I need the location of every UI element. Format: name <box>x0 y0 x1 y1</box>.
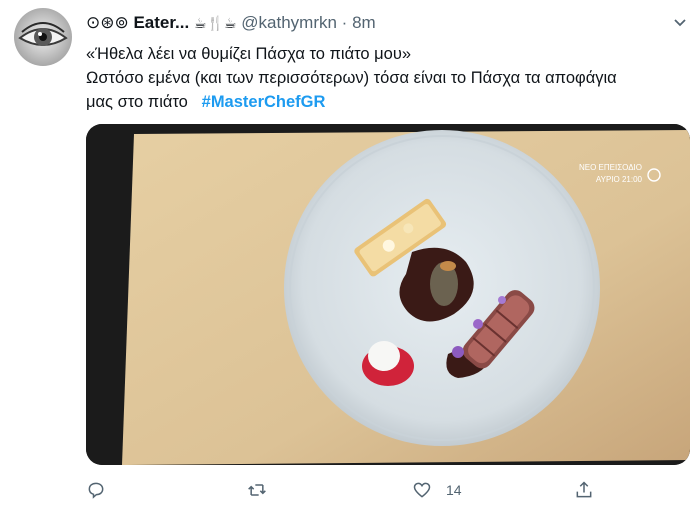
tv-screen-plated-dish: ΝΕΟ ΕΠΕΙΣΟΔΙΟ ΑΥΡΙΟ 21:00 <box>86 124 690 465</box>
retweet-button[interactable] <box>246 480 268 500</box>
overlay-text: ΑΥΡΙΟ 21:00 <box>596 175 643 184</box>
reply-icon <box>88 482 104 499</box>
like-button[interactable]: 14 <box>412 480 462 500</box>
tweet-line: Ωστόσο εμένα (και των περισσότερων) τόσα… <box>86 69 617 87</box>
like-count: 14 <box>446 482 462 498</box>
hot-beverage-icon: ☕ <box>223 15 237 31</box>
overlay-text: ΝΕΟ ΕΠΕΙΣΟΔΙΟ <box>579 163 642 172</box>
eye-icon <box>18 22 68 46</box>
share-button[interactable] <box>574 480 594 500</box>
reply-button[interactable] <box>86 480 106 500</box>
tweet-line: «Ήθελα λέει να θυμίζει Πάσχα το πιάτο μο… <box>86 45 412 63</box>
tweet-line: μας στο πιάτο #MasterChefGR <box>86 93 326 111</box>
timestamp[interactable]: 8m <box>352 13 376 32</box>
avatar[interactable] <box>14 8 72 66</box>
retweet-icon <box>248 484 266 496</box>
hashtag-link[interactable]: #MasterChefGR <box>202 93 326 111</box>
user-handle[interactable]: @kathymrkn <box>241 13 337 32</box>
tweet-actions: 14 <box>86 480 606 506</box>
circled-symbols-icon: ⊙⊛⊚ <box>86 13 129 32</box>
heart-icon <box>413 482 431 498</box>
fork-knife-icon: 🍴 <box>206 15 224 31</box>
tweet-header: ⊙⊛⊚ Eater... ☕🍴☕ @kathymrkn · 8m <box>86 12 376 34</box>
separator-dot: · <box>341 13 348 32</box>
hot-beverage-icon: ☕ <box>193 15 207 31</box>
display-name[interactable]: Eater... <box>133 13 189 32</box>
chevron-down-icon[interactable] <box>672 14 688 34</box>
tweet-text: «Ήθελα λέει να θυμίζει Πάσχα το πιάτο μο… <box>86 42 686 114</box>
share-icon <box>576 481 592 498</box>
tweet-media-image[interactable]: ΝΕΟ ΕΠΕΙΣΟΔΙΟ ΑΥΡΙΟ 21:00 <box>86 124 690 465</box>
